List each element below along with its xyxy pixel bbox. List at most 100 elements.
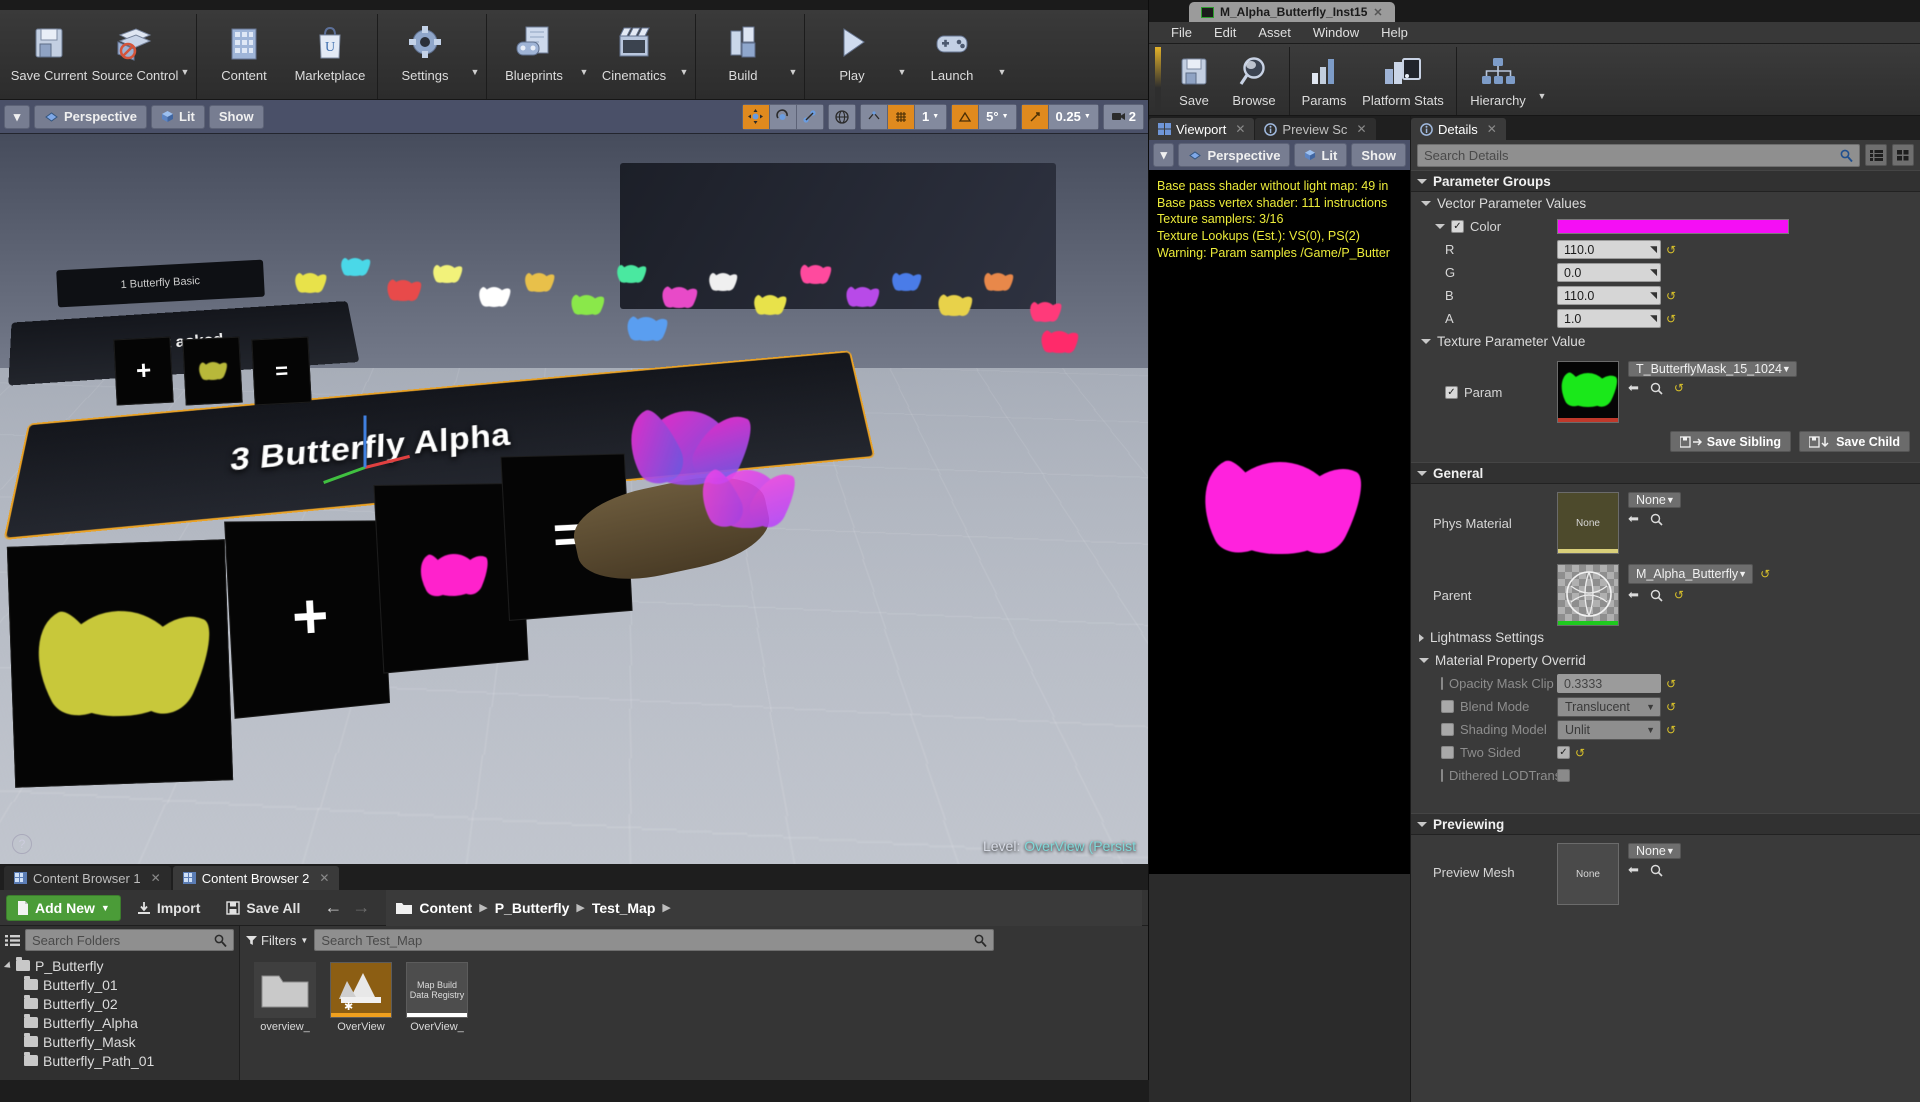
subcategory-material-property-overrides[interactable]: Material Property Overrid <box>1411 649 1920 672</box>
menu-window[interactable]: Window <box>1303 23 1369 42</box>
filters-button[interactable]: Filters ▼ <box>246 933 308 948</box>
close-icon[interactable]: ✕ <box>1373 6 1382 19</box>
preview-show-menu[interactable]: Show <box>1351 143 1406 167</box>
build-button[interactable]: Build <box>700 14 786 99</box>
material-params-button[interactable]: Params <box>1294 47 1354 115</box>
save-child-button[interactable]: Save Child <box>1799 431 1910 452</box>
spinner-icon[interactable]: ◥ <box>1650 267 1657 278</box>
surface-snap-icon[interactable] <box>860 104 887 129</box>
launch-dropdown[interactable]: ▼ <box>995 14 1009 99</box>
material-save-button[interactable]: Save <box>1165 47 1223 115</box>
import-button[interactable]: Import <box>127 895 211 921</box>
asset-item-map-build-data[interactable]: Map Build Data Registry OverView_ <box>406 962 468 1033</box>
menu-help[interactable]: Help <box>1371 23 1418 42</box>
tree-item-p-butterfly[interactable]: P_Butterfly <box>3 956 239 975</box>
save-all-button[interactable]: Save All <box>216 895 310 921</box>
cinematics-button[interactable]: Cinematics <box>591 14 677 99</box>
breadcrumb-p-butterfly[interactable]: P_Butterfly <box>495 900 570 916</box>
content-button[interactable]: Content <box>201 14 287 99</box>
revert-icon[interactable]: ↺ <box>1666 243 1676 257</box>
scale-snap-value[interactable]: 0.25 ▼ <box>1048 104 1098 129</box>
question-mark-icon[interactable]: ? <box>12 834 32 854</box>
texture-asset-dropdown[interactable]: T_ButterflyMask_15_1024 ▼ <box>1628 361 1797 377</box>
sources-toggle-icon[interactable] <box>5 934 20 947</box>
use-selected-arrow-icon[interactable]: ⬅ <box>1628 380 1639 396</box>
search-folders-input[interactable]: Search Folders <box>25 929 234 951</box>
rotate-gizmo-icon[interactable] <box>769 104 796 129</box>
chevron-right-icon[interactable]: ▶ <box>576 901 584 914</box>
tree-item-butterfly-mask[interactable]: Butterfly_Mask <box>6 1032 239 1051</box>
subcategory-texture-parameter-value[interactable]: Texture Parameter Value <box>1411 330 1920 353</box>
preview-lit-button[interactable]: Lit <box>1294 143 1348 167</box>
scale-gizmo-icon[interactable] <box>796 104 823 129</box>
dithered-lod-override-checkbox[interactable] <box>1441 769 1443 782</box>
menu-file[interactable]: File <box>1161 23 1202 42</box>
asset-item-overview-level[interactable]: ✱ OverView <box>330 962 392 1033</box>
tab-preview-scene[interactable]: Preview Sc ✕ <box>1255 118 1376 140</box>
close-icon[interactable]: ✕ <box>1235 122 1245 136</box>
tree-item-butterfly-02[interactable]: Butterfly_02 <box>6 994 239 1013</box>
material-browse-button[interactable]: Browse <box>1223 47 1285 115</box>
shading-model-dropdown[interactable]: Unlit ▼ <box>1557 719 1661 740</box>
chevron-right-icon[interactable]: ▶ <box>479 901 487 914</box>
phys-material-dropdown[interactable]: None ▼ <box>1628 492 1681 508</box>
tree-item-butterfly-path-01[interactable]: Butterfly_Path_01 <box>6 1051 239 1070</box>
revert-icon[interactable]: ↺ <box>1575 746 1585 760</box>
revert-icon[interactable]: ↺ <box>1666 289 1676 303</box>
opacity-mask-checkbox[interactable] <box>1441 677 1443 690</box>
color-swatch[interactable] <box>1557 219 1789 234</box>
transform-gizmo[interactable] <box>310 411 420 521</box>
browse-magnifier-icon[interactable] <box>1650 864 1663 877</box>
tree-item-butterfly-alpha[interactable]: Butterfly_Alpha <box>6 1013 239 1032</box>
menu-asset[interactable]: Asset <box>1248 23 1301 42</box>
breadcrumb-content[interactable]: Content <box>419 900 472 916</box>
blueprints-dropdown[interactable]: ▼ <box>577 14 591 99</box>
camera-speed-value[interactable]: 2 <box>1103 104 1143 129</box>
subcategory-lightmass-settings[interactable]: Lightmass Settings <box>1411 626 1920 649</box>
opacity-mask-input[interactable]: 0.3333 <box>1557 674 1661 693</box>
list-view-icon[interactable] <box>1865 144 1887 166</box>
color-param-checkbox[interactable]: ✓ <box>1451 220 1464 233</box>
save-current-button[interactable]: Save Current <box>6 14 92 99</box>
viewport-perspective-button[interactable]: Perspective <box>34 104 147 129</box>
revert-icon[interactable]: ↺ <box>1674 381 1684 395</box>
use-selected-arrow-icon[interactable]: ⬅ <box>1628 587 1639 603</box>
add-new-button[interactable]: Add New ▼ <box>6 894 121 921</box>
grid-size-value[interactable]: 1 ▼ <box>914 104 947 129</box>
channel-g-input[interactable]: 0.0 ◥ <box>1557 263 1661 282</box>
preview-mesh-dropdown[interactable]: None ▼ <box>1628 843 1681 859</box>
close-icon[interactable]: ✕ <box>151 871 161 885</box>
settings-dropdown[interactable]: ▼ <box>468 14 482 99</box>
parent-material-thumbnail[interactable] <box>1557 564 1619 626</box>
viewport-show-menu[interactable]: Show <box>208 104 264 129</box>
revert-icon[interactable]: ↺ <box>1666 677 1676 691</box>
angle-snap-value[interactable]: 5° ▼ <box>979 104 1016 129</box>
texture-param-checkbox[interactable]: ✓ <box>1445 386 1458 399</box>
parent-dropdown[interactable]: M_Alpha_Butterfly ▼ <box>1628 564 1754 584</box>
save-sibling-button[interactable]: Save Sibling <box>1669 431 1792 452</box>
material-hierarchy-button[interactable]: Hierarchy <box>1461 47 1535 115</box>
search-assets-input[interactable]: Search Test_Map <box>314 929 995 951</box>
material-editor-tab[interactable]: M_Alpha_Butterfly_Inst15 ✕ <box>1189 2 1395 22</box>
subcategory-vector-parameter-values[interactable]: Vector Parameter Values <box>1411 192 1920 215</box>
menu-edit[interactable]: Edit <box>1204 23 1246 42</box>
level-viewport[interactable]: 1 Butterfly Basic But asked 3 Butterfly … <box>0 134 1148 864</box>
blueprints-button[interactable]: Blueprints <box>491 14 577 99</box>
scale-snap-icon[interactable] <box>1021 104 1048 129</box>
tab-material-viewport[interactable]: Viewport ✕ <box>1149 118 1255 140</box>
tree-item-butterfly-01[interactable]: Butterfly_01 <box>6 975 239 994</box>
hierarchy-dropdown[interactable]: ▼ <box>1535 47 1549 115</box>
preview-perspective-button[interactable]: Perspective <box>1178 143 1291 167</box>
revert-icon[interactable]: ↺ <box>1760 567 1770 581</box>
phys-material-thumbnail[interactable]: None <box>1557 492 1619 554</box>
preview-mesh-thumbnail[interactable]: None <box>1557 843 1619 905</box>
chevron-right-icon[interactable]: ▶ <box>662 901 670 914</box>
close-icon[interactable]: ✕ <box>1356 122 1366 136</box>
category-general[interactable]: General <box>1411 462 1920 484</box>
grid-view-icon[interactable] <box>1892 144 1914 166</box>
globe-icon[interactable] <box>828 104 855 129</box>
blend-mode-checkbox[interactable] <box>1441 700 1454 713</box>
settings-button[interactable]: Settings <box>382 14 468 99</box>
build-dropdown[interactable]: ▼ <box>786 14 800 99</box>
revert-icon[interactable]: ↺ <box>1666 723 1676 737</box>
